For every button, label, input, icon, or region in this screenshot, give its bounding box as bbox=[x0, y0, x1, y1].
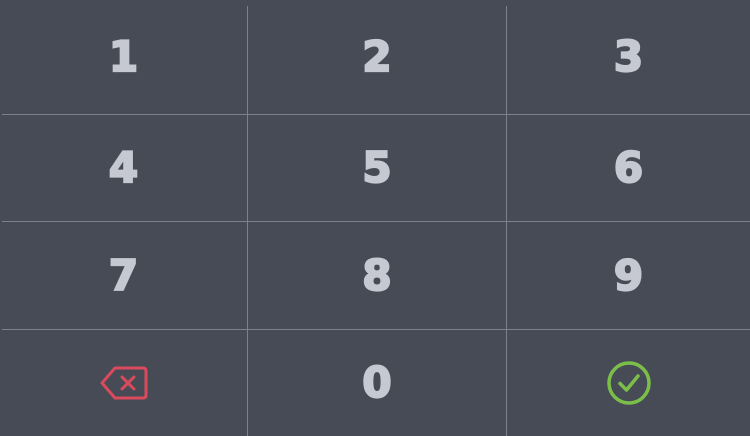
key-8[interactable]: 8 bbox=[248, 222, 506, 329]
key-label: 7 bbox=[108, 250, 139, 300]
key-label: 3 bbox=[613, 32, 644, 81]
backspace-button[interactable] bbox=[0, 330, 247, 436]
key-9[interactable]: 9 bbox=[507, 222, 750, 329]
key-label: 4 bbox=[108, 143, 139, 192]
confirm-button[interactable] bbox=[507, 330, 750, 436]
key-1[interactable]: 1 bbox=[0, 0, 247, 114]
key-2[interactable]: 2 bbox=[248, 0, 506, 114]
key-label: 1 bbox=[108, 32, 139, 81]
numeric-keypad: 1 2 3 4 5 6 7 8 9 0 bbox=[0, 0, 750, 436]
key-label: 5 bbox=[361, 143, 392, 192]
key-4[interactable]: 4 bbox=[0, 115, 247, 221]
key-3[interactable]: 3 bbox=[507, 0, 750, 114]
backspace-icon bbox=[99, 365, 149, 401]
key-label: 0 bbox=[361, 358, 392, 407]
check-circle-icon bbox=[605, 359, 653, 407]
key-label: 2 bbox=[361, 32, 392, 81]
key-5[interactable]: 5 bbox=[248, 115, 506, 221]
key-label: 8 bbox=[361, 250, 392, 300]
key-6[interactable]: 6 bbox=[507, 115, 750, 221]
key-0[interactable]: 0 bbox=[248, 330, 506, 436]
key-label: 6 bbox=[613, 143, 644, 192]
key-7[interactable]: 7 bbox=[0, 222, 247, 329]
key-label: 9 bbox=[613, 250, 644, 300]
